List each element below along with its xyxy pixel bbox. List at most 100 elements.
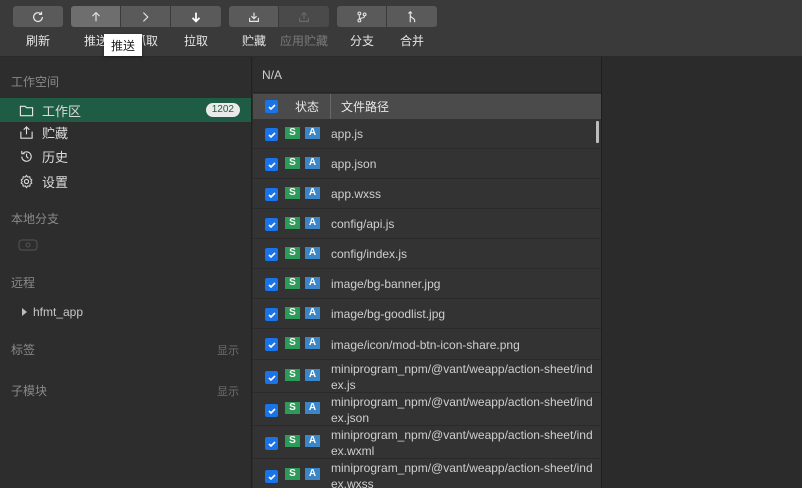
branch-bar: N/A bbox=[253, 57, 601, 93]
file-row[interactable]: S Aapp.js bbox=[253, 119, 601, 149]
refresh-label: 刷新 bbox=[25, 34, 50, 48]
file-row[interactable]: S Aimage/bg-banner.jpg bbox=[253, 269, 601, 299]
status-tag-a: A bbox=[305, 369, 320, 381]
file-path: miniprogram_npm/@vant/weapp/action-sheet… bbox=[331, 362, 593, 392]
file-path: image/bg-goodlist.jpg bbox=[331, 307, 446, 321]
refresh-group bbox=[13, 6, 63, 27]
status-tag-a: A bbox=[305, 402, 320, 414]
sidebar-item-settings[interactable]: 设置 bbox=[0, 169, 251, 193]
branch-button[interactable] bbox=[337, 6, 387, 27]
file-row[interactable]: S Aminiprogram_npm/@vant/weapp/action-she… bbox=[253, 360, 601, 393]
select-all-checkbox[interactable] bbox=[265, 100, 278, 113]
fetch-button[interactable] bbox=[121, 6, 171, 27]
merge-button[interactable] bbox=[387, 6, 437, 27]
tags-section-title: 标签 bbox=[11, 343, 36, 357]
status-tag-a: A bbox=[305, 337, 320, 349]
submodules-show-link[interactable]: 显示 bbox=[217, 383, 239, 399]
status-tag-a: A bbox=[305, 127, 320, 139]
sync-group bbox=[71, 6, 221, 27]
file-checkbox[interactable] bbox=[265, 278, 278, 291]
stash-icon bbox=[248, 12, 259, 22]
tags-show-link[interactable]: 显示 bbox=[217, 342, 239, 358]
sidebar-item-stash[interactable]: 贮藏 bbox=[0, 120, 251, 144]
branch-label: 分支 bbox=[349, 34, 374, 48]
status-tag-a: A bbox=[305, 277, 320, 289]
status-tag-s: S bbox=[285, 217, 300, 229]
branch-name: N/A bbox=[262, 67, 283, 82]
file-row[interactable]: S Aimage/icon/mod-btn-icon-share.png bbox=[253, 329, 601, 360]
file-list: S Aapp.js S Aapp.json S Aapp.wxss S Aconfig/api… bbox=[253, 119, 601, 488]
file-row[interactable]: S Aconfig/api.js bbox=[253, 209, 601, 239]
file-checkbox[interactable] bbox=[265, 371, 278, 384]
file-checkbox[interactable] bbox=[265, 158, 278, 171]
file-path: image/bg-banner.jpg bbox=[331, 277, 441, 291]
file-row[interactable]: S Aapp.wxss bbox=[253, 179, 601, 209]
branch-group bbox=[337, 6, 437, 27]
scrollbar[interactable] bbox=[596, 121, 599, 143]
status-tag-a: A bbox=[305, 435, 320, 447]
diff-pane bbox=[601, 57, 802, 488]
sidebar-item-history[interactable]: 历史 bbox=[0, 144, 251, 168]
stash-icon bbox=[18, 124, 34, 140]
file-checkbox[interactable] bbox=[265, 437, 278, 450]
status-tag-a: A bbox=[305, 307, 320, 319]
workspace-count-badge: 1202 bbox=[205, 103, 240, 117]
sidebar: 工作空间 工作区 1202 贮藏 历史 设置 本地分支 远程 hfmt_app … bbox=[0, 57, 252, 488]
file-row[interactable]: S Aconfig/index.js bbox=[253, 239, 601, 269]
status-tag-s: S bbox=[285, 247, 300, 259]
file-checkbox[interactable] bbox=[265, 128, 278, 141]
file-path: miniprogram_npm/@vant/weapp/action-sheet… bbox=[331, 461, 593, 488]
refresh-button[interactable] bbox=[13, 6, 63, 27]
file-path: miniprogram_npm/@vant/weapp/action-sheet… bbox=[331, 395, 593, 425]
file-path: miniprogram_npm/@vant/weapp/action-sheet… bbox=[331, 428, 593, 458]
file-path: config/api.js bbox=[331, 217, 395, 231]
file-path: config/index.js bbox=[331, 247, 408, 261]
status-column-header: 状态 bbox=[253, 94, 331, 119]
file-path: app.js bbox=[331, 127, 364, 141]
pull-label: 拉取 bbox=[183, 34, 208, 48]
file-checkbox[interactable] bbox=[265, 188, 278, 201]
file-row[interactable]: S Aminiprogram_npm/@vant/weapp/action-she… bbox=[253, 393, 601, 426]
pull-button[interactable] bbox=[171, 6, 221, 27]
folder-icon bbox=[18, 102, 34, 118]
file-checkbox[interactable] bbox=[265, 404, 278, 417]
stash-group bbox=[229, 6, 329, 27]
status-tag-s: S bbox=[285, 277, 300, 289]
push-button[interactable] bbox=[71, 6, 121, 27]
file-checkbox[interactable] bbox=[265, 308, 278, 321]
branch-icon bbox=[356, 11, 367, 22]
refresh-icon bbox=[33, 11, 43, 22]
status-tag-s: S bbox=[285, 337, 300, 349]
file-checkbox[interactable] bbox=[265, 248, 278, 261]
sidebar-item-workspace[interactable]: 工作区 1202 bbox=[0, 98, 251, 122]
file-panel: N/A 状态 文件路径 S Aapp.js S Aapp.json S Aapp.wxss… bbox=[253, 57, 601, 488]
merge-label: 合并 bbox=[399, 34, 424, 48]
sidebar-item-label: 工作区 bbox=[42, 103, 82, 119]
stash-button[interactable] bbox=[229, 6, 279, 27]
file-checkbox[interactable] bbox=[265, 338, 278, 351]
remote-section-title: 远程 bbox=[11, 276, 36, 290]
path-header-label: 文件路径 bbox=[341, 100, 390, 114]
status-tag-a: A bbox=[305, 157, 320, 169]
status-tag-a: A bbox=[305, 247, 320, 259]
expand-triangle-icon[interactable] bbox=[22, 308, 27, 316]
local-branch-settings-icon[interactable] bbox=[18, 238, 38, 252]
status-tag-a: A bbox=[305, 468, 320, 480]
gear-icon bbox=[18, 173, 34, 189]
fetch-icon bbox=[142, 11, 149, 22]
file-row[interactable]: S Aminiprogram_npm/@vant/weapp/action-she… bbox=[253, 426, 601, 459]
file-row[interactable]: S Aapp.json bbox=[253, 149, 601, 179]
remote-item[interactable]: hfmt_app bbox=[22, 305, 83, 319]
status-tag-s: S bbox=[285, 187, 300, 199]
status-tag-s: S bbox=[285, 369, 300, 381]
remote-item-label: hfmt_app bbox=[33, 305, 84, 319]
file-path: image/icon/mod-btn-icon-share.png bbox=[331, 338, 520, 352]
file-checkbox[interactable] bbox=[265, 470, 278, 483]
push-icon bbox=[91, 11, 100, 21]
file-row[interactable]: S Aminiprogram_npm/@vant/weapp/action-she… bbox=[253, 459, 601, 488]
file-checkbox[interactable] bbox=[265, 218, 278, 231]
apply-stash-button[interactable] bbox=[279, 6, 329, 27]
file-path: app.json bbox=[331, 157, 377, 171]
file-row[interactable]: S Aimage/bg-goodlist.jpg bbox=[253, 299, 601, 329]
pull-icon bbox=[191, 12, 201, 23]
